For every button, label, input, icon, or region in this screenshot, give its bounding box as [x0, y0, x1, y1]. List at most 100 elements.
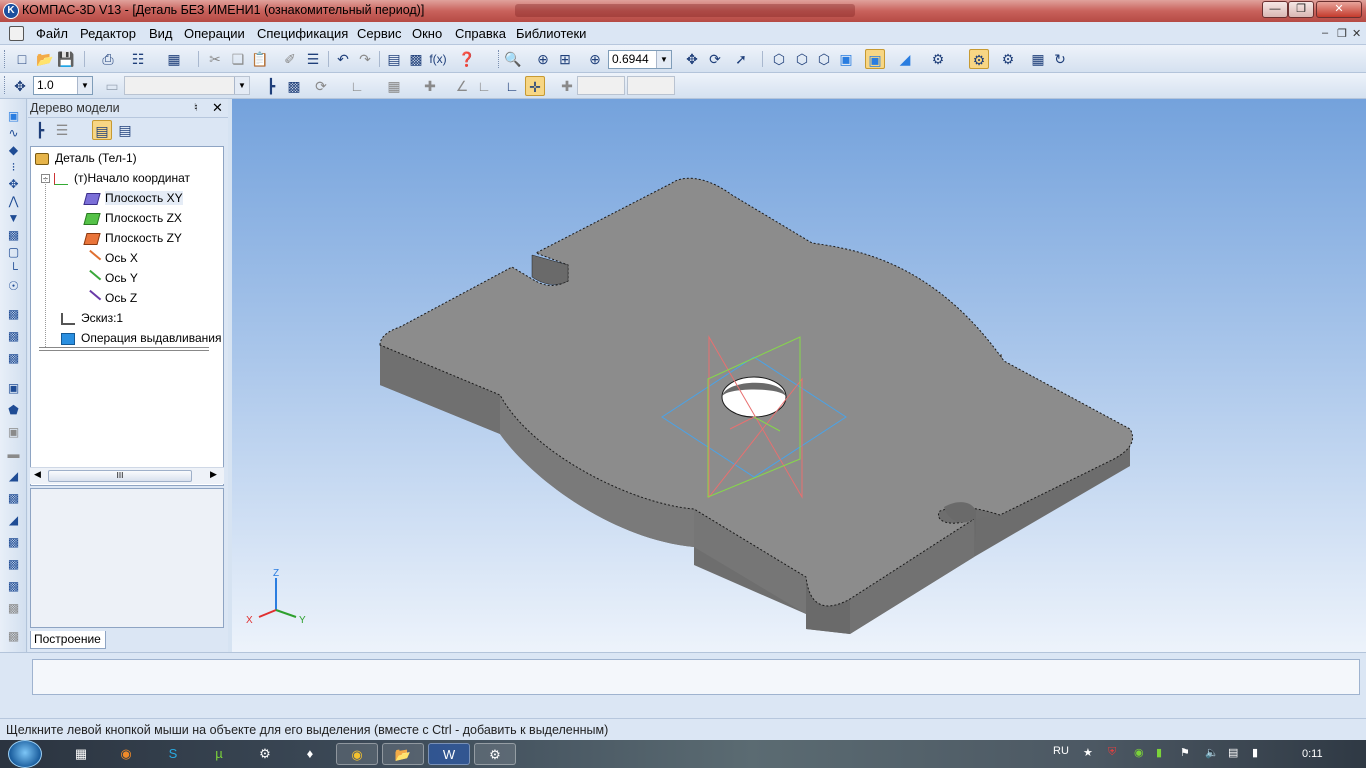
- rebuild-icon[interactable]: ↻: [1050, 49, 1070, 69]
- print-icon[interactable]: ⎙: [98, 49, 118, 69]
- paste-icon[interactable]: 📋: [250, 49, 270, 69]
- tree-sort-icon[interactable]: ☰: [52, 120, 72, 140]
- mdi-restore-icon[interactable]: ❐: [1337, 27, 1347, 40]
- elements-icon[interactable]: ☉: [4, 277, 23, 296]
- grid-icon[interactable]: ▦: [384, 76, 404, 96]
- mdi-minimize-icon[interactable]: –: [1322, 27, 1328, 39]
- ortho-mode-icon[interactable]: ∟: [502, 76, 522, 96]
- trim-icon[interactable]: ▩: [4, 349, 23, 368]
- edit-part-icon[interactable]: ▩: [284, 76, 304, 96]
- shaded-icon[interactable]: ▣: [836, 49, 856, 69]
- tree-node-part[interactable]: Деталь (Тел-1): [35, 149, 137, 167]
- show-apps-icon[interactable]: ▦: [66, 743, 96, 765]
- undo-icon[interactable]: ↶: [333, 49, 353, 69]
- document-menu-icon[interactable]: [9, 26, 24, 41]
- zoom-frame-icon[interactable]: 🔍: [503, 49, 523, 69]
- scroll-right-icon[interactable]: ▶: [210, 469, 217, 480]
- tree-node-axis-y[interactable]: Ось Y: [82, 269, 138, 288]
- model-viewport[interactable]: Z X Y: [232, 99, 1366, 652]
- slope-icon[interactable]: ◢: [4, 467, 23, 486]
- tree-node-origin[interactable]: – (т)Начало координат: [41, 169, 190, 187]
- model-canvas[interactable]: Z X Y: [232, 99, 1366, 652]
- sketch-icon[interactable]: ┣: [261, 76, 281, 96]
- toolbar-grip[interactable]: [4, 50, 7, 68]
- copy-icon[interactable]: ❏: [228, 49, 248, 69]
- pattern-icon[interactable]: ▩: [4, 555, 23, 574]
- chevron-down-icon[interactable]: ▼: [656, 51, 671, 68]
- menu-editor[interactable]: Редактор: [80, 26, 136, 41]
- pan-icon[interactable]: ✥: [682, 49, 702, 69]
- close-button[interactable]: ✕: [1316, 1, 1362, 18]
- menu-libraries[interactable]: Библиотеки: [516, 26, 586, 41]
- tray-app-icon[interactable]: ★: [1083, 746, 1093, 759]
- start-button[interactable]: [8, 740, 42, 768]
- menu-file[interactable]: Файл: [36, 26, 68, 41]
- fillet-icon[interactable]: ▣: [4, 379, 23, 398]
- maximize-button[interactable]: ❐: [1288, 1, 1314, 18]
- coordinates-icon[interactable]: ✚: [557, 76, 577, 96]
- clock[interactable]: 0:11: [1302, 748, 1323, 760]
- zoom-scale-icon[interactable]: ⊕: [585, 49, 605, 69]
- new-document-icon[interactable]: □: [12, 49, 32, 69]
- open-folder-icon[interactable]: 📂: [35, 49, 55, 69]
- tree-view-icon[interactable]: ▤: [92, 120, 112, 140]
- tab-construction[interactable]: Построение: [30, 631, 106, 649]
- section-icon[interactable]: ◢: [4, 511, 23, 530]
- hidden-thin-icon[interactable]: ⬡: [814, 49, 834, 69]
- tree-node-axis-z[interactable]: Ось Z: [82, 289, 137, 308]
- menu-specification[interactable]: Спецификация: [257, 26, 348, 41]
- power-icon[interactable]: ▮: [1252, 746, 1258, 759]
- kompas-task-icon[interactable]: ⚙: [474, 743, 516, 765]
- copy-body-icon[interactable]: ▩: [4, 577, 23, 596]
- tree-node-extrude[interactable]: Операция выдавливания: [61, 329, 221, 347]
- library-tool-icon[interactable]: ▩: [4, 627, 23, 646]
- menu-window[interactable]: Окно: [412, 26, 442, 41]
- toolbar-grip[interactable]: [4, 76, 7, 94]
- menu-service[interactable]: Сервис: [357, 26, 402, 41]
- firefox-icon[interactable]: ◉: [111, 743, 141, 765]
- menu-operations[interactable]: Операции: [184, 26, 245, 41]
- chamfer-icon[interactable]: ⬟: [4, 401, 23, 420]
- cursor-snap-icon[interactable]: ✛: [525, 76, 545, 96]
- minimize-button[interactable]: —: [1262, 1, 1288, 18]
- chevron-down-icon[interactable]: ▼: [77, 77, 92, 94]
- ortho-icon[interactable]: ∠: [452, 76, 472, 96]
- utorrent-icon[interactable]: µ: [204, 743, 234, 765]
- shell-icon[interactable]: ▣: [4, 423, 23, 442]
- zoom-all-icon[interactable]: ⊞: [555, 49, 575, 69]
- rotate-icon[interactable]: ⟳: [705, 49, 725, 69]
- step-cursor-icon[interactable]: ✥: [10, 76, 30, 96]
- tree-toggle-icon[interactable]: ▤: [384, 49, 404, 69]
- close-icon[interactable]: ✕: [212, 100, 223, 116]
- network-icon[interactable]: ▤: [1228, 746, 1238, 759]
- sheet-metal-icon[interactable]: ▩: [4, 305, 23, 324]
- tree-filter-icon[interactable]: ▤: [115, 120, 135, 140]
- tree-node-axis-x[interactable]: Ось X: [82, 249, 138, 268]
- tree-node-sketch[interactable]: Эскиз:1: [61, 309, 123, 327]
- scale-icon[interactable]: ▩: [4, 599, 23, 618]
- local-cs-icon[interactable]: ✚: [420, 76, 440, 96]
- tree-structure-icon[interactable]: ┣: [30, 120, 50, 140]
- shaded-edges-icon[interactable]: ▣: [865, 49, 885, 69]
- skype-icon[interactable]: S: [158, 743, 188, 765]
- volume-icon[interactable]: 🔈: [1205, 746, 1219, 759]
- kompas-shortcut-icon[interactable]: ⚙: [250, 743, 280, 765]
- manager-icon[interactable]: ▦: [164, 49, 184, 69]
- tree-horizontal-scrollbar[interactable]: ◀ III ▶: [30, 467, 224, 484]
- bend-icon[interactable]: ▩: [4, 327, 23, 346]
- sheet-icon[interactable]: ▦: [1028, 49, 1048, 69]
- tree-node-plane-zy[interactable]: Плоскость ZY: [83, 229, 182, 247]
- step-combobox[interactable]: 1.0 ▼: [33, 76, 93, 95]
- menu-help[interactable]: Справка: [455, 26, 506, 41]
- chrome-icon[interactable]: ◉: [336, 743, 378, 765]
- mdi-close-icon[interactable]: ✕: [1352, 27, 1361, 40]
- scrollbar-thumb[interactable]: III: [48, 470, 192, 482]
- perspective-icon[interactable]: ◢: [895, 49, 915, 69]
- mirror-icon[interactable]: ▩: [4, 533, 23, 552]
- toolbar-grip[interactable]: [498, 50, 501, 68]
- battery-icon[interactable]: ▮: [1156, 746, 1162, 759]
- preview-icon[interactable]: ☷: [128, 49, 148, 69]
- action-center-icon[interactable]: ⚑: [1180, 746, 1190, 759]
- language-indicator[interactable]: RU: [1053, 745, 1069, 757]
- tray-torrent-icon[interactable]: ◉: [1134, 746, 1144, 759]
